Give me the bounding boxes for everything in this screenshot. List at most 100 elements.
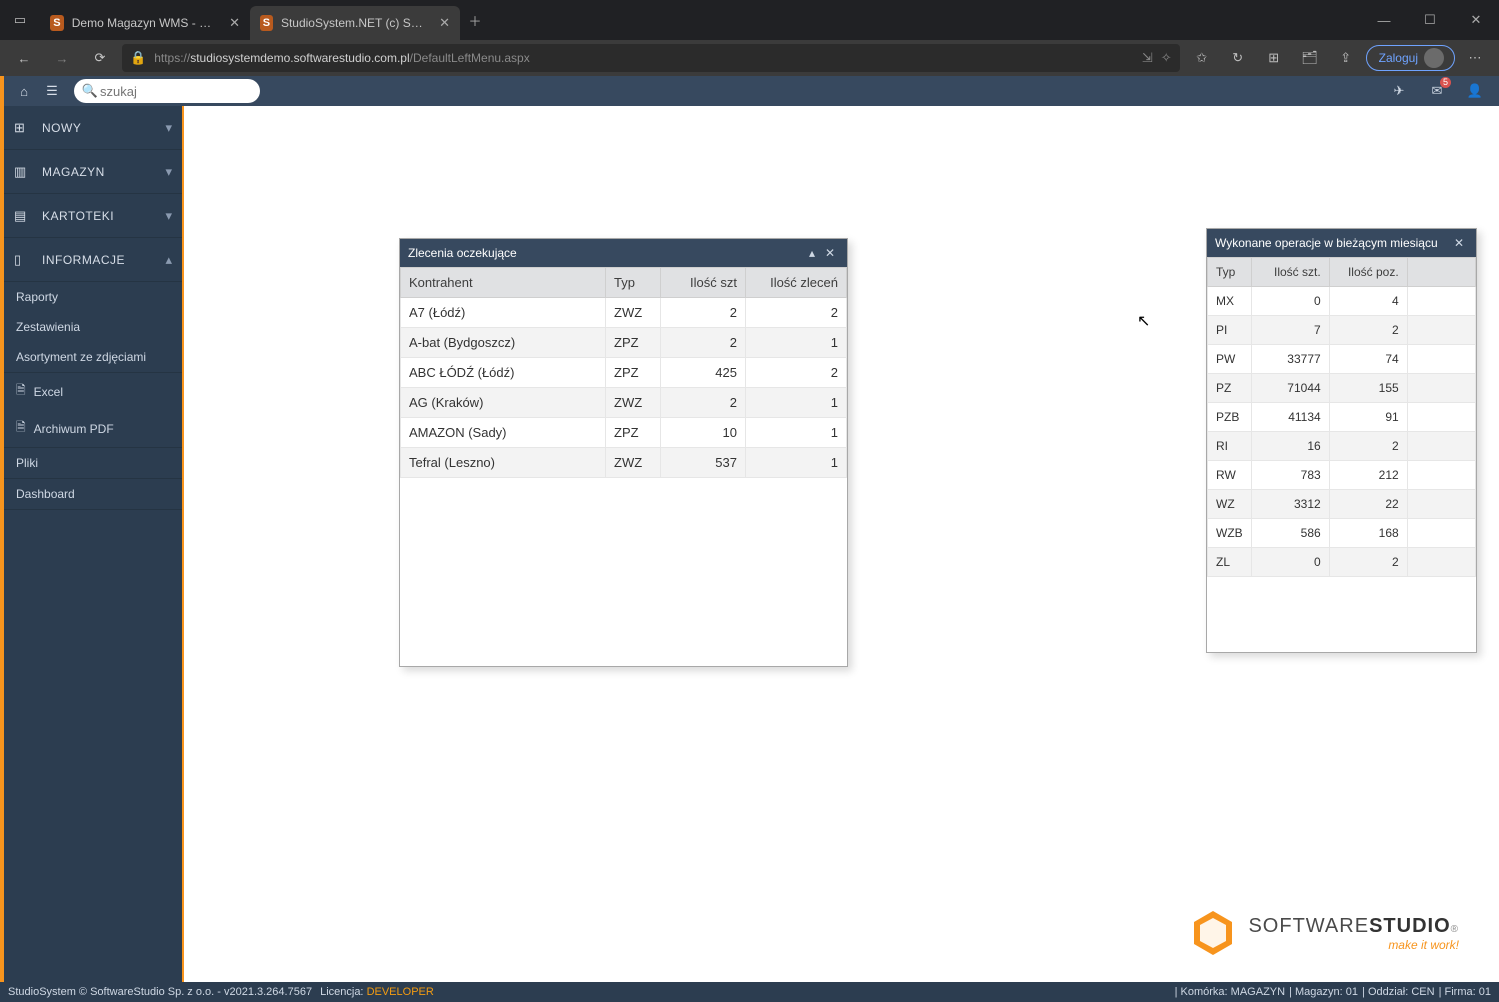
widget2-table: Typ Ilość szt. Ilość poz. MX04PI72PW3377… xyxy=(1207,257,1476,577)
warehouse-icon: ▥ xyxy=(14,164,34,180)
home-icon[interactable]: ⌂ xyxy=(12,79,36,103)
col-spacer xyxy=(1407,258,1475,287)
table-row[interactable]: PZB4113491 xyxy=(1208,403,1476,432)
sidebar-item-magazyn[interactable]: ▥ MAGAZYN ▾ xyxy=(4,150,182,194)
cards-icon: ▤ xyxy=(14,208,34,224)
tab-title: Demo Magazyn WMS - Demo o xyxy=(72,16,217,30)
tabs-overview-icon[interactable]: ▭ xyxy=(0,1,40,39)
widget-minimize-icon[interactable]: ▴ xyxy=(803,244,821,262)
table-row[interactable]: AG (Kraków)ZWZ21 xyxy=(401,388,847,418)
address-bar[interactable]: 🔒 https://studiosystemdemo.softwarestudi… xyxy=(122,44,1180,72)
table-row[interactable]: ABC ŁÓDŹ (Łódź)ZPZ4252 xyxy=(401,358,847,388)
table-row[interactable]: RW783212 xyxy=(1208,461,1476,490)
chevron-down-icon: ▾ xyxy=(165,164,172,180)
search-icon[interactable]: 🔍 xyxy=(80,81,100,101)
tab-close-icon[interactable]: ✕ xyxy=(229,15,240,31)
sidebar-sub-excel[interactable]: 🗎Excel xyxy=(4,373,182,410)
browser-tab-1[interactable]: S Demo Magazyn WMS - Demo o ✕ xyxy=(40,6,250,40)
plus-icon: ⊞ xyxy=(14,120,34,136)
col-ilosc-szt[interactable]: Ilość szt xyxy=(661,268,746,298)
mail-icon[interactable]: ✉5 xyxy=(1425,79,1449,103)
sidebar-sub-pliki[interactable]: Pliki xyxy=(4,448,182,478)
app-topbar: ⌂ ☰ 🔍 ✈ ✉5 👤 xyxy=(4,76,1499,106)
browser-tab-2[interactable]: S StudioSystem.NET (c) SoftwareSt ✕ xyxy=(250,6,460,40)
mouse-cursor-icon: ↖ xyxy=(1137,311,1150,331)
chevron-down-icon: ▾ xyxy=(165,120,172,136)
search-input[interactable] xyxy=(100,84,250,99)
pdf-icon: 🗎 xyxy=(16,418,26,439)
widget-title: Wykonane operacje w bieżącym miesiącu xyxy=(1215,236,1450,250)
table-row[interactable]: AMAZON (Sady)ZPZ101 xyxy=(401,418,847,448)
status-bar: StudioSystem © SoftwareStudio Sp. z o.o.… xyxy=(0,982,1499,1002)
document-icon: ▯ xyxy=(14,252,34,268)
sidebar-sub-dashboard[interactable]: Dashboard xyxy=(4,479,182,509)
window-minimize[interactable]: ― xyxy=(1361,1,1407,39)
table-row[interactable]: PW3377774 xyxy=(1208,345,1476,374)
collections-icon[interactable]: 🗂 xyxy=(1294,44,1326,72)
col-typ[interactable]: Typ xyxy=(606,268,661,298)
new-tab-button[interactable]: ＋ xyxy=(460,11,490,30)
widget1-table: Kontrahent Typ Ilość szt Ilość zleceń A7… xyxy=(400,267,847,478)
col-ilosc-poz[interactable]: Ilość poz. xyxy=(1329,258,1407,287)
tab-favicon: S xyxy=(50,15,64,31)
nav-forward-button[interactable]: → xyxy=(46,44,78,72)
widget-close-icon[interactable]: ✕ xyxy=(821,244,839,262)
chevron-up-icon: ▴ xyxy=(165,252,172,268)
window-maximize[interactable]: ☐ xyxy=(1407,1,1453,39)
widget-zlecenia-oczekujace: Zlecenia oczekujące ▴ ✕ Kontrahent Typ I… xyxy=(399,238,848,667)
sidebar-sub-archiwum[interactable]: 🗎Archiwum PDF xyxy=(4,410,182,447)
history-icon[interactable]: ↻ xyxy=(1222,44,1254,72)
avatar-icon xyxy=(1424,48,1444,68)
takeoff-icon[interactable]: ✈ xyxy=(1387,79,1411,103)
search-box[interactable]: 🔍 xyxy=(74,79,260,103)
tab-title: StudioSystem.NET (c) SoftwareSt xyxy=(281,16,427,30)
sidebar-item-informacje[interactable]: ▯ INFORMACJE ▴ xyxy=(4,238,182,282)
softwarestudio-logo: SOFTWARESTUDIO® make it work! xyxy=(1188,908,1459,958)
table-row[interactable]: WZ331222 xyxy=(1208,490,1476,519)
window-close[interactable]: ✕ xyxy=(1453,1,1499,39)
tracking-icon[interactable]: ✧ xyxy=(1161,50,1172,66)
nav-reload-button[interactable]: ⟳ xyxy=(84,44,116,72)
footer-copyright: StudioSystem © SoftwareStudio Sp. z o.o.… xyxy=(8,986,312,998)
sidebar-sub-asortyment[interactable]: Asortyment ze zdjęciami xyxy=(4,342,182,372)
table-row[interactable]: Tefral (Leszno)ZWZ5371 xyxy=(401,448,847,478)
table-row[interactable]: WZB586168 xyxy=(1208,519,1476,548)
chevron-down-icon: ▾ xyxy=(165,208,172,224)
menu-toggle-icon[interactable]: ☰ xyxy=(40,79,64,103)
sidebar: ⊞ NOWY ▾ ▥ MAGAZYN ▾ ▤ KARTOTEKI ▾ ▯ INF… xyxy=(4,76,184,982)
sidebar-item-nowy[interactable]: ⊞ NOWY ▾ xyxy=(4,106,182,150)
user-icon[interactable]: 👤 xyxy=(1463,79,1487,103)
widget-title: Zlecenia oczekujące xyxy=(408,246,803,260)
share-icon[interactable]: ⇪ xyxy=(1330,44,1362,72)
widget-wykonane-operacje: Wykonane operacje w bieżącym miesiącu ✕ … xyxy=(1206,228,1477,653)
reader-icon[interactable]: ⇲ xyxy=(1142,50,1153,66)
col-ilosc-szt[interactable]: Ilość szt. xyxy=(1251,258,1329,287)
table-row[interactable]: MX04 xyxy=(1208,287,1476,316)
table-row[interactable]: ZL02 xyxy=(1208,548,1476,577)
widget-close-icon[interactable]: ✕ xyxy=(1450,234,1468,252)
content-area: Zlecenia oczekujące ▴ ✕ Kontrahent Typ I… xyxy=(184,76,1499,982)
col-typ[interactable]: Typ xyxy=(1208,258,1252,287)
col-kontrahent[interactable]: Kontrahent xyxy=(401,268,606,298)
tab-close-icon[interactable]: ✕ xyxy=(439,15,450,31)
favorite-icon[interactable]: ✩ xyxy=(1186,44,1218,72)
footer-license: DEVELOPER xyxy=(367,986,434,998)
extensions-icon[interactable]: ⊞ xyxy=(1258,44,1290,72)
logo-mark-icon xyxy=(1188,908,1238,958)
tab-favicon: S xyxy=(260,15,273,31)
table-row[interactable]: A-bat (Bydgoszcz)ZPZ21 xyxy=(401,328,847,358)
more-icon[interactable]: ⋯ xyxy=(1459,44,1491,72)
mail-badge: 5 xyxy=(1440,77,1451,88)
table-row[interactable]: PI72 xyxy=(1208,316,1476,345)
excel-icon: 🗎 xyxy=(16,381,26,402)
sidebar-sub-zestawienia[interactable]: Zestawienia xyxy=(4,312,182,342)
table-row[interactable]: PZ71044155 xyxy=(1208,374,1476,403)
table-row[interactable]: A7 (Łódź)ZWZ22 xyxy=(401,298,847,328)
sidebar-sub-raporty[interactable]: Raporty xyxy=(4,282,182,312)
login-button[interactable]: Zaloguj xyxy=(1366,45,1455,71)
nav-back-button[interactable]: ← xyxy=(8,44,40,72)
table-row[interactable]: RI162 xyxy=(1208,432,1476,461)
sidebar-item-kartoteki[interactable]: ▤ KARTOTEKI ▾ xyxy=(4,194,182,238)
lock-icon: 🔒 xyxy=(130,50,146,66)
col-ilosc-zlecen[interactable]: Ilość zleceń xyxy=(746,268,847,298)
